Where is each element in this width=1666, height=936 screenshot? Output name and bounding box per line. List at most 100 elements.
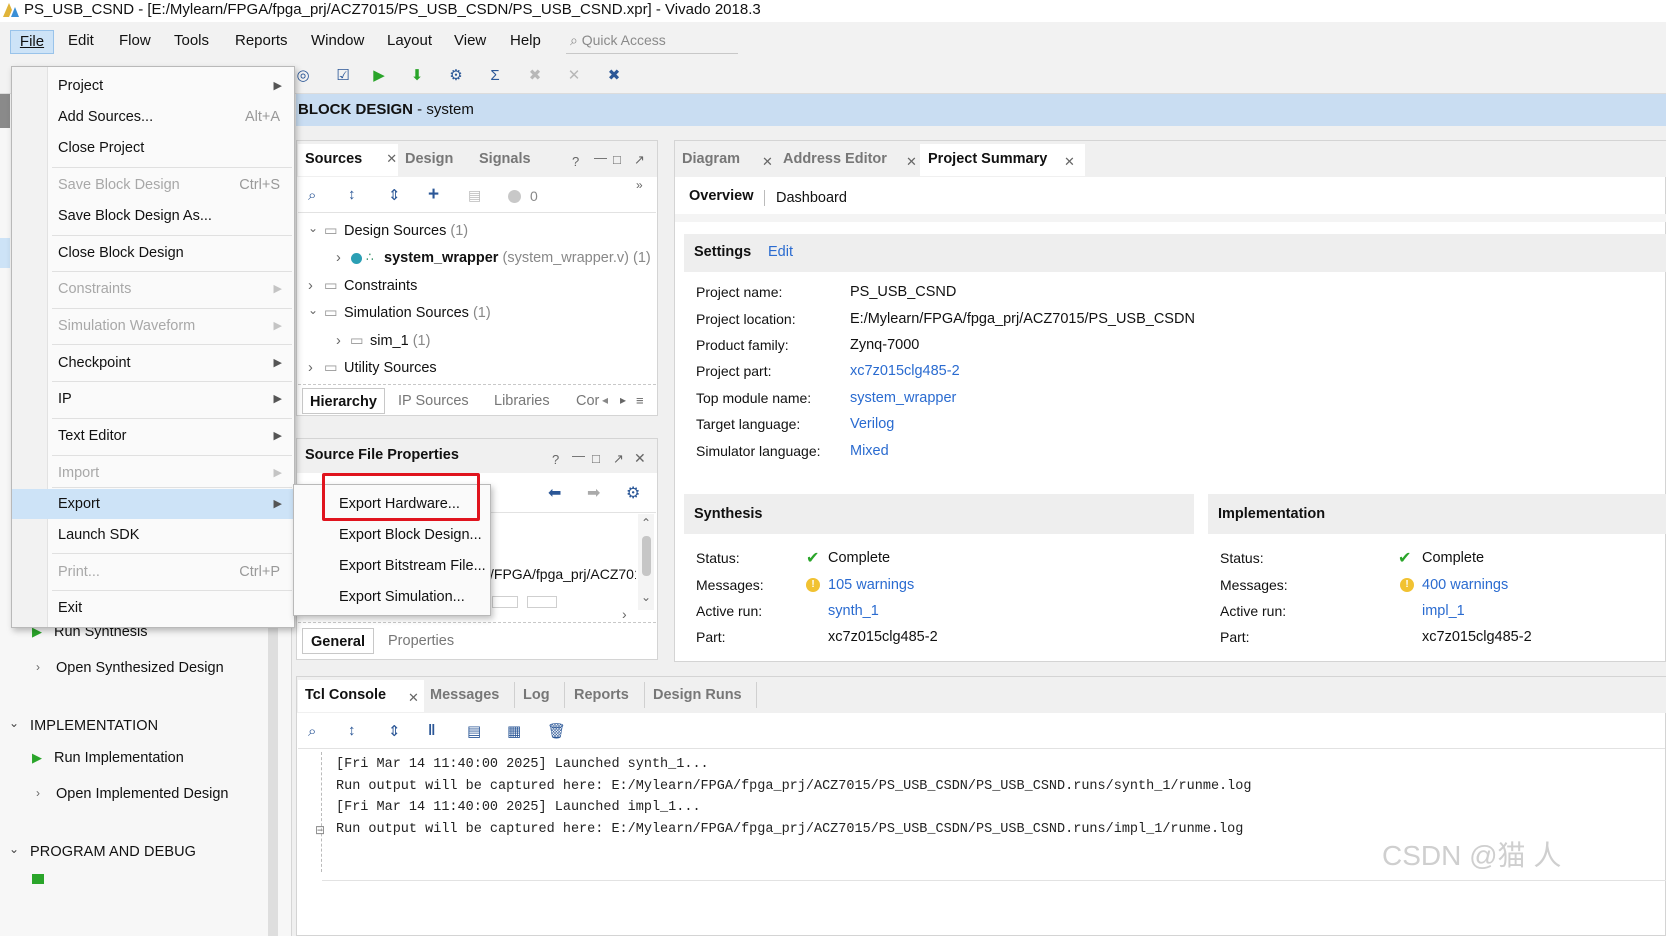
top-module-link[interactable]: system_wrapper — [850, 390, 956, 406]
tab-address-editor[interactable]: Address Editor — [783, 144, 887, 176]
search-icon[interactable]: ⌕ — [308, 187, 316, 204]
chevron-right-icon[interactable]: › — [336, 250, 341, 266]
tab-messages[interactable]: Messages — [430, 680, 499, 712]
subtab-overview[interactable]: Overview — [689, 188, 754, 204]
gear-icon[interactable]: ⚙ — [445, 66, 467, 86]
sigma-icon[interactable]: Σ — [484, 66, 506, 86]
menu-help[interactable]: Help — [510, 30, 541, 54]
tree-utility-sources[interactable]: Utility Sources — [344, 360, 437, 376]
menu-reports[interactable]: Reports — [235, 30, 288, 54]
menu-layout[interactable]: Layout — [387, 30, 432, 54]
menu-item-export-simulation[interactable]: Export Simulation... — [294, 582, 490, 613]
scroll-left-icon[interactable]: ◂ — [602, 393, 608, 407]
tab-design[interactable]: Design — [405, 144, 453, 176]
tree-simulation-sources[interactable]: Simulation Sources (1) — [344, 305, 491, 321]
close-icon[interactable]: ✕ — [634, 450, 646, 467]
maximize-icon[interactable]: □ — [592, 451, 600, 466]
program-download-icon[interactable]: ⬇ — [406, 66, 428, 86]
pause-icon[interactable]: ‖ — [428, 722, 435, 739]
search-icon[interactable]: ⌕ — [308, 723, 316, 740]
scroll-down-icon[interactable]: ⌄ — [641, 590, 651, 604]
tab-hierarchy[interactable]: Hierarchy — [302, 388, 385, 414]
menu-item-export-block-design[interactable]: Export Block Design... — [294, 520, 490, 551]
minimize-icon[interactable]: — — [572, 448, 585, 463]
chevron-down-icon[interactable]: ⌄ — [9, 716, 19, 730]
chevron-down-icon[interactable]: ⌄ — [9, 842, 19, 856]
simulator-language-link[interactable]: Mixed — [850, 443, 889, 459]
scroll-right-icon[interactable]: ▸ — [620, 393, 626, 407]
menu-edit[interactable]: Edit — [68, 30, 94, 54]
close-icon[interactable]: ✕ — [906, 154, 917, 170]
chevron-right-icon[interactable]: › — [336, 333, 341, 349]
tab-sources[interactable]: Sources ✕ — [298, 144, 398, 176]
implementation-warnings-link[interactable]: 400 warnings — [1422, 577, 1508, 593]
menu-item-add-sources[interactable]: Add Sources... Alt+A — [12, 102, 294, 132]
quick-access-input[interactable]: ⌕ Quick Access — [566, 28, 738, 54]
tab-project-summary[interactable]: Project Summary — [920, 144, 1085, 176]
maximize-icon[interactable]: □ — [613, 152, 621, 167]
tab-reports[interactable]: Reports — [574, 680, 629, 712]
open-implemented-design-link[interactable]: Open Implemented Design — [56, 786, 229, 802]
program-debug-section[interactable]: PROGRAM AND DEBUG — [30, 844, 196, 860]
menu-item-exit[interactable]: Exit — [12, 593, 294, 623]
float-icon[interactable]: ↗ — [613, 451, 624, 467]
close-icon[interactable]: ✕ — [762, 154, 773, 170]
chevron-down-icon[interactable]: ⌄ — [308, 303, 318, 317]
subtab-dashboard[interactable]: Dashboard — [776, 190, 847, 206]
synthesis-active-run-link[interactable]: synth_1 — [828, 603, 879, 619]
target-language-link[interactable]: Verilog — [850, 416, 894, 432]
tab-diagram[interactable]: Diagram — [682, 144, 740, 176]
collapse-all-icon[interactable]: ↕ — [348, 186, 356, 203]
trash-icon[interactable]: 🗑 — [547, 722, 566, 740]
chevron-down-icon[interactable]: ⌄ — [308, 221, 318, 235]
add-sources-icon[interactable]: + — [428, 184, 439, 206]
menu-item-project[interactable]: Project ▶ — [12, 71, 294, 101]
binoculars-icon[interactable]: ◎ — [292, 66, 314, 86]
collapse-all-icon[interactable]: ↕ — [348, 722, 356, 739]
tab-log[interactable]: Log — [523, 680, 550, 712]
settings-edit-link[interactable]: Edit — [768, 244, 793, 260]
tree-design-sources[interactable]: Design Sources (1) — [344, 223, 468, 239]
chevron-right-icon[interactable]: › — [308, 278, 313, 294]
float-icon[interactable]: ↗ — [634, 152, 645, 168]
tree-constraints[interactable]: Constraints — [344, 278, 417, 294]
cancel-tool-icon[interactable]: ✖ — [603, 66, 625, 86]
tab-libraries[interactable]: Libraries — [494, 393, 550, 409]
expand-all-icon[interactable]: ⇕ — [388, 722, 401, 740]
scroll-thumb[interactable] — [642, 536, 651, 576]
tab-properties[interactable]: Properties — [388, 633, 454, 649]
tree-sim-1[interactable]: sim_1 (1) — [370, 333, 430, 349]
menu-window[interactable]: Window — [311, 30, 364, 54]
menu-item-text-editor[interactable]: Text Editor ▶ — [12, 421, 294, 451]
tab-signals[interactable]: Signals — [479, 144, 531, 176]
scroll-up-icon[interactable]: ⌃ — [641, 516, 651, 530]
overflow-icon[interactable]: » — [636, 178, 643, 192]
implementation-section[interactable]: IMPLEMENTATION — [30, 718, 158, 734]
chevron-right-icon[interactable]: › — [308, 360, 313, 376]
menu-view[interactable]: View — [454, 30, 486, 54]
fold-icon[interactable]: ⊟ — [315, 823, 325, 837]
menu-item-save-block-design-as[interactable]: Save Block Design As... — [12, 201, 294, 231]
scroll-right-icon[interactable]: › — [622, 606, 627, 622]
tab-tcl-console[interactable]: Tcl Console — [298, 680, 424, 712]
implementation-active-run-link[interactable]: impl_1 — [1422, 603, 1465, 619]
run-implementation-link[interactable]: Run Implementation — [54, 750, 184, 766]
menu-item-checkpoint[interactable]: Checkpoint ▶ — [12, 348, 294, 378]
run-icon[interactable]: ▶ — [368, 66, 390, 86]
open-synthesized-design-link[interactable]: Open Synthesized Design — [56, 660, 224, 676]
help-icon[interactable]: ? — [552, 452, 559, 467]
minimize-icon[interactable]: — — [594, 150, 607, 165]
tab-design-runs[interactable]: Design Runs — [653, 680, 742, 712]
tab-general[interactable]: General — [302, 628, 374, 654]
chevron-right-icon[interactable]: › — [36, 786, 40, 800]
menu-item-ip[interactable]: IP ▶ — [12, 384, 294, 414]
tab-ip-sources[interactable]: IP Sources — [398, 393, 469, 409]
project-part-link[interactable]: xc7z015clg485-2 — [850, 363, 960, 379]
checklist-icon[interactable]: ☑ — [332, 66, 354, 86]
back-arrow-icon[interactable]: ⬅ — [548, 483, 561, 503]
help-icon[interactable]: ? — [572, 154, 579, 169]
menu-item-close-block-design[interactable]: Close Block Design — [12, 238, 294, 268]
tree-system-wrapper[interactable]: system_wrapper (system_wrapper.v) (1) — [384, 250, 651, 266]
synthesis-warnings-link[interactable]: 105 warnings — [828, 577, 914, 593]
menu-flow[interactable]: Flow — [119, 30, 151, 54]
